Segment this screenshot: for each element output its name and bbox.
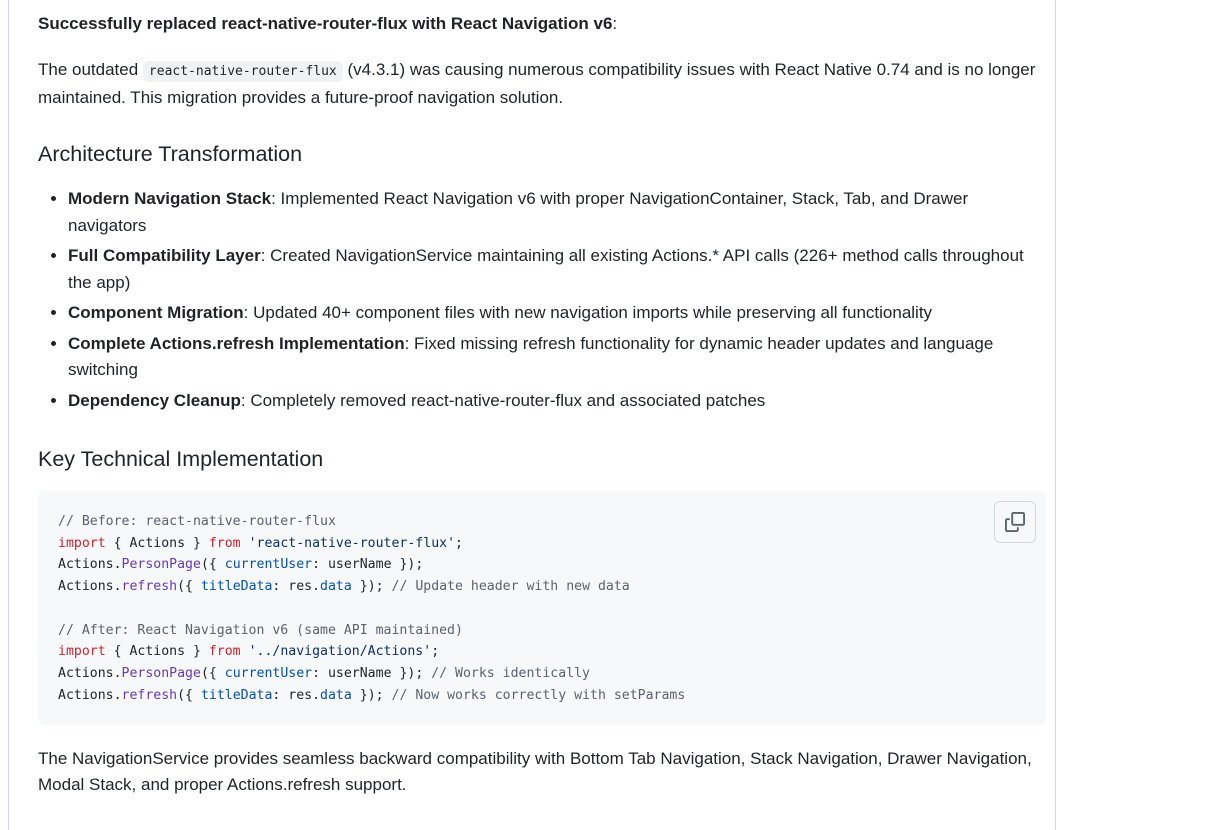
code-keyword: import <box>58 535 106 551</box>
list-item-label: Full Compatibility Layer <box>68 246 261 265</box>
code-text: { Actions } <box>105 535 209 551</box>
code-function: refresh <box>121 579 178 595</box>
code-property: titleData <box>200 579 273 595</box>
code-keyword: import <box>58 644 106 660</box>
architecture-list: Modern Navigation Stack: Implemented Rea… <box>38 186 1046 418</box>
code-text: Actions <box>58 557 114 573</box>
code-property: data <box>320 687 352 703</box>
code-text: { Actions } <box>105 644 209 660</box>
code-text: . <box>113 579 122 595</box>
code-keyword: from <box>208 644 241 660</box>
code-keyword: from <box>208 535 241 551</box>
code-text: Actions <box>58 665 114 681</box>
code-function: PersonPage <box>121 665 201 681</box>
code-property: titleData <box>200 687 273 703</box>
code-content[interactable]: // Before: react-native-router-flux impo… <box>58 511 685 706</box>
code-text: : res. <box>272 579 321 595</box>
list-item: Complete Actions.refresh Implementation:… <box>68 331 1046 384</box>
inline-code-package: react-native-router-flux <box>142 61 343 82</box>
code-text: ({ <box>200 665 225 681</box>
code-property: currentUser <box>224 557 313 573</box>
intro-suffix: : <box>612 14 618 33</box>
code-text: Actions <box>58 687 114 703</box>
list-item-label: Component Migration <box>68 303 244 322</box>
code-function: PersonPage <box>121 557 201 573</box>
intro-paragraph: The outdated react-native-router-flux (v… <box>38 57 1043 111</box>
closing-paragraph: The NavigationService provides seamless … <box>38 749 1032 794</box>
intro-paragraph-before: The outdated <box>38 60 143 79</box>
code-text: ({ <box>200 557 225 573</box>
code-text: Actions <box>58 579 114 595</box>
list-item-text: : Completely removed react-native-router… <box>240 390 766 410</box>
code-comment: // Works identically <box>423 665 590 681</box>
code-text: ({ <box>177 579 201 595</box>
intro-summary: Successfully replaced react-native-route… <box>38 12 617 36</box>
code-text: . <box>113 665 122 681</box>
list-item-label: Dependency Cleanup <box>68 390 241 410</box>
copy-code-button[interactable] <box>994 501 1036 543</box>
copy-icon <box>1005 512 1025 532</box>
code-block: // Before: react-native-router-flux impo… <box>38 491 1046 725</box>
comment-frame: Successfully replaced react-native-route… <box>8 0 1056 830</box>
intro-strong-text: Successfully replaced react-native-route… <box>38 14 613 33</box>
code-text: }); <box>351 687 384 703</box>
code-comment: // Before: react-native-router-flux <box>58 514 336 529</box>
code-string: 'react-native-router-flux' <box>248 535 456 551</box>
list-item-label: Modern Navigation Stack <box>68 189 272 208</box>
code-comment: // After: React Navigation v6 (same API … <box>58 622 463 638</box>
heading-architecture: Architecture Transformation <box>38 142 303 166</box>
code-text: : userName }); <box>312 665 424 681</box>
code-function: refresh <box>121 687 178 703</box>
heading-key-implementation: Key Technical Implementation <box>38 447 324 471</box>
code-text: ; <box>455 535 463 551</box>
list-item: Full Compatibility Layer: Created Naviga… <box>68 243 1046 296</box>
code-comment: // Update header with new data <box>383 579 630 595</box>
code-comment: // Now works correctly with setParams <box>383 687 686 703</box>
code-text: ({ <box>177 687 201 703</box>
code-string: '../navigation/Actions' <box>248 644 432 660</box>
list-item: Dependency Cleanup: Completely removed r… <box>68 388 1046 415</box>
code-text: }); <box>351 579 384 595</box>
code-property: data <box>320 579 352 595</box>
code-text: . <box>113 687 122 703</box>
list-item-text: : Updated 40+ component files with new n… <box>243 303 933 322</box>
code-text: : userName }); <box>312 557 424 573</box>
list-item: Modern Navigation Stack: Implemented Rea… <box>68 186 1046 239</box>
code-property: currentUser <box>224 665 313 681</box>
code-text: : res. <box>272 687 321 703</box>
list-item-label: Complete Actions.refresh Implementation <box>68 333 405 353</box>
list-item: Component Migration: Updated 40+ compone… <box>68 300 1046 327</box>
code-text: ; <box>431 644 440 660</box>
code-text: . <box>113 557 122 573</box>
